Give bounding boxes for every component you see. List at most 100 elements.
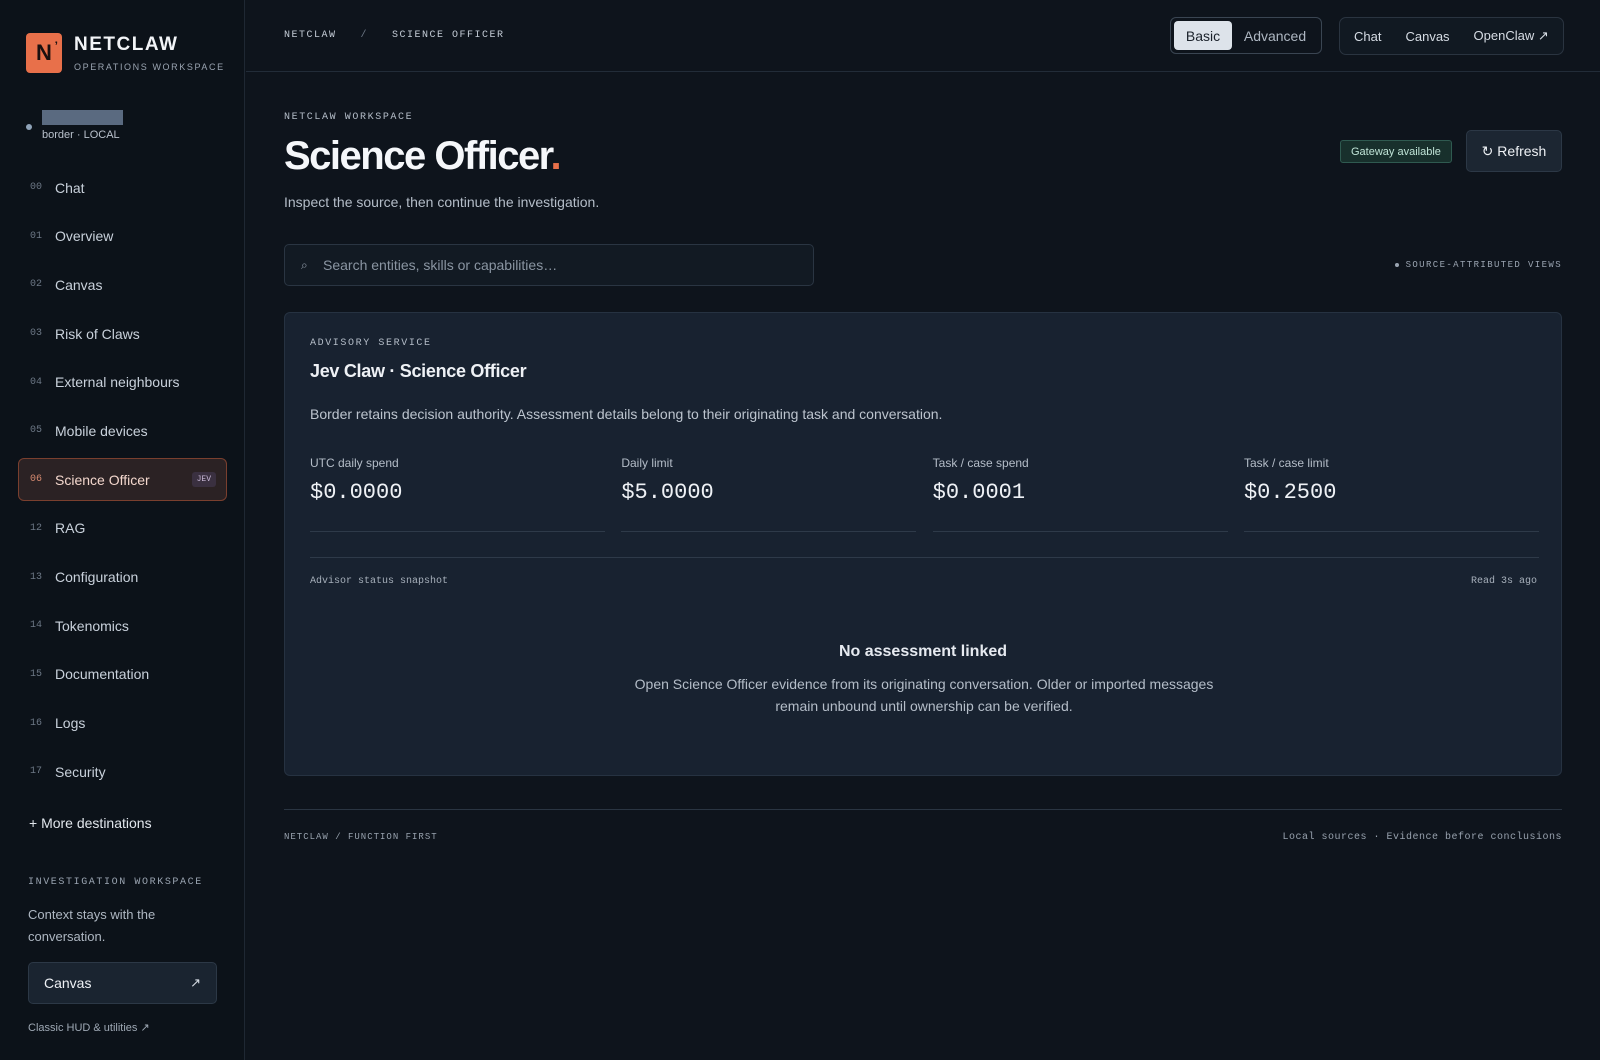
stat-label: UTC daily spend bbox=[310, 456, 399, 470]
sidebar-item-number: 13 bbox=[30, 571, 43, 583]
sidebar-item-rag[interactable]: 12 RAG bbox=[18, 507, 227, 550]
sidebar-item-documentation[interactable]: 15 Documentation bbox=[18, 653, 227, 696]
sidebar-item-number: 02 bbox=[30, 279, 43, 291]
breadcrumb-root[interactable]: NETCLAW bbox=[284, 30, 337, 41]
page-title-text: Science Officer bbox=[284, 134, 552, 178]
sidebar-item-number: 06 bbox=[30, 474, 43, 486]
workspace-text: Context stays with the conversation. bbox=[28, 907, 156, 944]
empty-state-title: No assessment linked bbox=[838, 643, 1008, 660]
sidebar-item-label: Tokenomics bbox=[55, 617, 129, 634]
sidebar-item-risk-of-claws[interactable]: 03 Risk of Claws bbox=[18, 312, 227, 355]
sidebar-item-security[interactable]: 17 Security bbox=[18, 750, 227, 793]
canvas-button[interactable]: Canvas ↗ bbox=[28, 962, 217, 1004]
snapshot-label: Advisor status snapshot bbox=[310, 576, 449, 587]
mode-basic-button[interactable]: Basic bbox=[1174, 21, 1232, 50]
stat-label: Task / case spend bbox=[932, 456, 1029, 470]
brand-logo: N ’ bbox=[26, 33, 62, 73]
gateway-status-badge: Gateway available bbox=[1340, 140, 1452, 163]
more-destinations-link[interactable]: + More destinations bbox=[29, 815, 152, 831]
sidebar-item-number: 12 bbox=[30, 522, 43, 534]
user-panel[interactable]: border · LOCAL bbox=[26, 110, 123, 141]
sidebar-item-number: 15 bbox=[30, 668, 43, 680]
footer-left: NETCLAW / FUNCTION FIRST bbox=[284, 832, 438, 842]
page-title-dot: . bbox=[550, 134, 562, 178]
card-description: Border retains decision authority. Asses… bbox=[310, 406, 943, 422]
sidebar-item-label: Security bbox=[55, 763, 106, 780]
sidebar-item-number: 05 bbox=[30, 425, 43, 437]
card-divider bbox=[310, 557, 1539, 558]
sidebar-item-label: Risk of Claws bbox=[55, 325, 140, 342]
sidebar-item-label: Canvas bbox=[55, 276, 103, 293]
breadcrumb-current: SCIENCE OFFICER bbox=[392, 30, 505, 41]
sidebar-item-number: 17 bbox=[30, 766, 43, 778]
sidebar-item-number: 14 bbox=[30, 620, 43, 632]
sidebar-item-science-officer[interactable]: 06 Science Officer JEV bbox=[18, 458, 227, 502]
page-title: Science Officer. bbox=[284, 134, 562, 179]
footer-right: Local sources · Evidence before conclusi… bbox=[1282, 832, 1562, 843]
sidebar-item-label: Chat bbox=[55, 179, 85, 196]
snapshot-read-time: Read 3s ago bbox=[1470, 576, 1537, 587]
card-eyebrow: ADVISORY SERVICE bbox=[310, 338, 432, 349]
brand[interactable]: N ’ NETCLAW OPERATIONS WORKSPACE bbox=[26, 33, 225, 73]
stat-value: $0.2500 bbox=[1243, 480, 1337, 505]
sidebar-item-number: 16 bbox=[30, 717, 43, 729]
spend-stats: UTC daily spend $0.0000 Daily limit $5.0… bbox=[310, 456, 1539, 532]
topbar: NETCLAW / SCIENCE OFFICER Basic Advanced… bbox=[246, 0, 1600, 72]
sidebar-item-mobile-devices[interactable]: 05 Mobile devices bbox=[18, 409, 227, 452]
card-title: Jev Claw · Science Officer bbox=[310, 361, 527, 381]
canvas-button-label: Canvas bbox=[44, 975, 92, 991]
search-box[interactable]: ⌕ bbox=[284, 244, 814, 286]
sidebar-item-chat[interactable]: 00 Chat bbox=[18, 166, 227, 209]
sidebar-item-label: Mobile devices bbox=[55, 422, 148, 439]
sidebar-item-label: External neighbours bbox=[55, 374, 180, 391]
source-tag-label: SOURCE-ATTRIBUTED VIEWS bbox=[1405, 260, 1562, 270]
sidebar-nav: 00 Chat 01 Overview 02 Canvas 03 Risk of Claws 0… bbox=[18, 166, 227, 799]
stat-label: Daily limit bbox=[621, 456, 673, 470]
mode-toggle: Basic Advanced bbox=[1170, 17, 1322, 54]
sidebar: N ’ NETCLAW OPERATIONS WORKSPACE border … bbox=[0, 0, 245, 1060]
breadcrumb: NETCLAW / SCIENCE OFFICER bbox=[284, 30, 505, 41]
top-link-chat[interactable]: Chat bbox=[1354, 29, 1381, 44]
top-link-openclaw[interactable]: OpenClaw ↗ bbox=[1474, 28, 1549, 44]
stat-daily-limit: Daily limit $5.0000 bbox=[621, 456, 917, 532]
sidebar-item-label: Configuration bbox=[55, 569, 139, 585]
stat-label: Task / case limit bbox=[1243, 456, 1329, 470]
sidebar-item-canvas[interactable]: 02 Canvas bbox=[18, 263, 227, 306]
sidebar-item-label: Overview bbox=[55, 228, 114, 245]
stat-value: $5.0000 bbox=[621, 480, 714, 505]
stat-value: $0.0000 bbox=[310, 480, 403, 505]
classic-hud-link[interactable]: Classic HUD & utilities ↗ bbox=[28, 1021, 150, 1034]
brand-name: NETCLAW bbox=[74, 34, 179, 55]
sidebar-item-logs[interactable]: 16 Logs bbox=[18, 702, 227, 745]
stat-task-case-spend: Task / case spend $0.0001 bbox=[932, 456, 1228, 532]
sidebar-item-number: 00 bbox=[30, 182, 43, 193]
sidebar-item-label: Science Officer bbox=[55, 471, 150, 488]
stat-task-case-limit: Task / case limit $0.2500 bbox=[1243, 456, 1539, 532]
source-attributed-tag: SOURCE-ATTRIBUTED VIEWS bbox=[1394, 260, 1562, 270]
sidebar-item-external-neighbours[interactable]: 04 External neighbours bbox=[18, 361, 227, 404]
page-eyebrow: NETCLAW WORKSPACE bbox=[284, 112, 414, 123]
bullet-icon bbox=[1394, 263, 1399, 267]
sidebar-item-label: Logs bbox=[55, 715, 86, 732]
refresh-button[interactable]: ↻ Refresh bbox=[1466, 130, 1562, 172]
redacted-username bbox=[42, 110, 123, 125]
sidebar-item-overview[interactable]: 01 Overview bbox=[18, 215, 227, 258]
top-link-canvas[interactable]: Canvas bbox=[1405, 29, 1449, 44]
footer-divider bbox=[284, 809, 1562, 810]
sidebar-item-badge: JEV bbox=[191, 472, 216, 488]
logo-letter: N bbox=[36, 40, 52, 65]
search-input[interactable] bbox=[323, 257, 793, 273]
sidebar-item-number: 03 bbox=[30, 328, 43, 340]
workspace-title: INVESTIGATION WORKSPACE bbox=[28, 877, 203, 888]
sidebar-item-label: RAG bbox=[55, 520, 86, 537]
sidebar-item-label: Documentation bbox=[55, 666, 150, 683]
empty-state-text: Open Science Officer evidence from its o… bbox=[634, 676, 1214, 714]
sidebar-item-tokenomics[interactable]: 14 Tokenomics bbox=[18, 604, 227, 647]
search-icon: ⌕ bbox=[301, 257, 308, 272]
breadcrumb-separator: / bbox=[360, 30, 369, 41]
sidebar-item-configuration[interactable]: 13 Configuration bbox=[18, 556, 227, 599]
mode-advanced-button[interactable]: Advanced bbox=[1232, 21, 1318, 50]
stat-value: $0.0001 bbox=[932, 480, 1026, 505]
status-dot bbox=[26, 124, 32, 130]
sidebar-item-number: 04 bbox=[30, 376, 43, 388]
